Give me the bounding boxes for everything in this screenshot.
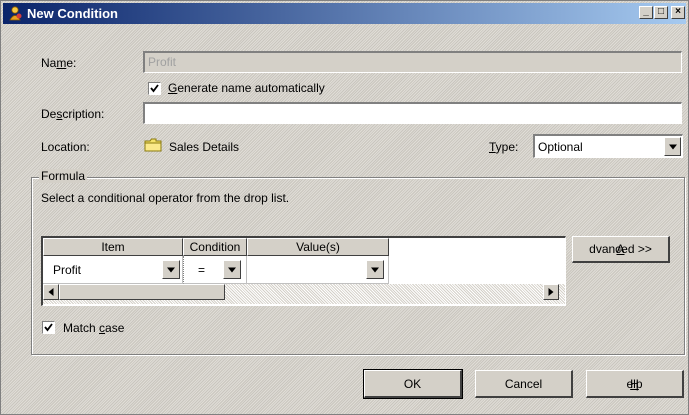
name-label: Name: (41, 56, 77, 70)
type-label: Type: (489, 140, 519, 154)
match-case-label[interactable]: Match case (63, 321, 124, 335)
location-label: Location: (41, 140, 90, 154)
help-button[interactable]: Help (586, 370, 684, 398)
folder-icon (144, 138, 162, 155)
generate-name-label[interactable]: Generate name automatically (168, 81, 325, 95)
scroll-right-button[interactable] (543, 284, 559, 300)
title-bar[interactable]: New Condition _ □ × (3, 3, 686, 24)
values-dropdown-button[interactable] (366, 260, 384, 279)
match-case-checkbox[interactable] (42, 321, 55, 334)
dropdown-arrow-icon (371, 267, 379, 272)
description-label: Description: (41, 107, 105, 121)
generate-name-checkbox[interactable] (148, 82, 161, 95)
scroll-thumb[interactable] (59, 284, 225, 300)
scroll-right-icon (548, 288, 554, 296)
minimize-button[interactable]: _ (639, 6, 653, 19)
close-button[interactable]: × (671, 6, 685, 19)
window-title: New Condition (27, 6, 118, 21)
check-icon (150, 84, 159, 93)
dropdown-arrow-icon (668, 144, 677, 149)
condition-cell[interactable]: = (183, 256, 247, 284)
column-header-item[interactable]: Item (43, 238, 183, 256)
scroll-left-button[interactable] (43, 284, 59, 300)
new-condition-dialog: New Condition _ □ × Name: Profit Generat… (0, 0, 689, 415)
condition-dropdown-button[interactable] (223, 260, 241, 279)
values-cell[interactable] (247, 256, 389, 284)
horizontal-scrollbar[interactable] (43, 284, 565, 304)
cancel-button[interactable]: Cancel (475, 370, 573, 398)
ok-button[interactable]: OK (363, 369, 463, 399)
maximize-button[interactable]: □ (654, 6, 668, 19)
item-dropdown-button[interactable] (162, 260, 180, 279)
check-icon (44, 323, 53, 332)
formula-group-label: Formula (39, 169, 88, 183)
condition-grid: Item Condition Value(s) Profit = (41, 236, 566, 306)
advanced-button[interactable]: Advanced >> (572, 236, 670, 263)
type-dropdown-button[interactable] (664, 137, 681, 156)
scroll-left-icon (48, 288, 54, 296)
item-cell[interactable]: Profit (43, 256, 183, 284)
dropdown-arrow-icon (167, 267, 175, 272)
description-field[interactable] (143, 102, 682, 124)
column-header-values[interactable]: Value(s) (247, 238, 389, 256)
location-value: Sales Details (169, 140, 240, 154)
condition-icon (7, 5, 23, 21)
column-header-condition[interactable]: Condition (183, 238, 247, 256)
name-field[interactable]: Profit (143, 51, 682, 73)
formula-instruction: Select a conditional operator from the d… (41, 191, 290, 205)
type-select[interactable]: Optional (533, 134, 683, 158)
dropdown-arrow-icon (228, 267, 236, 272)
